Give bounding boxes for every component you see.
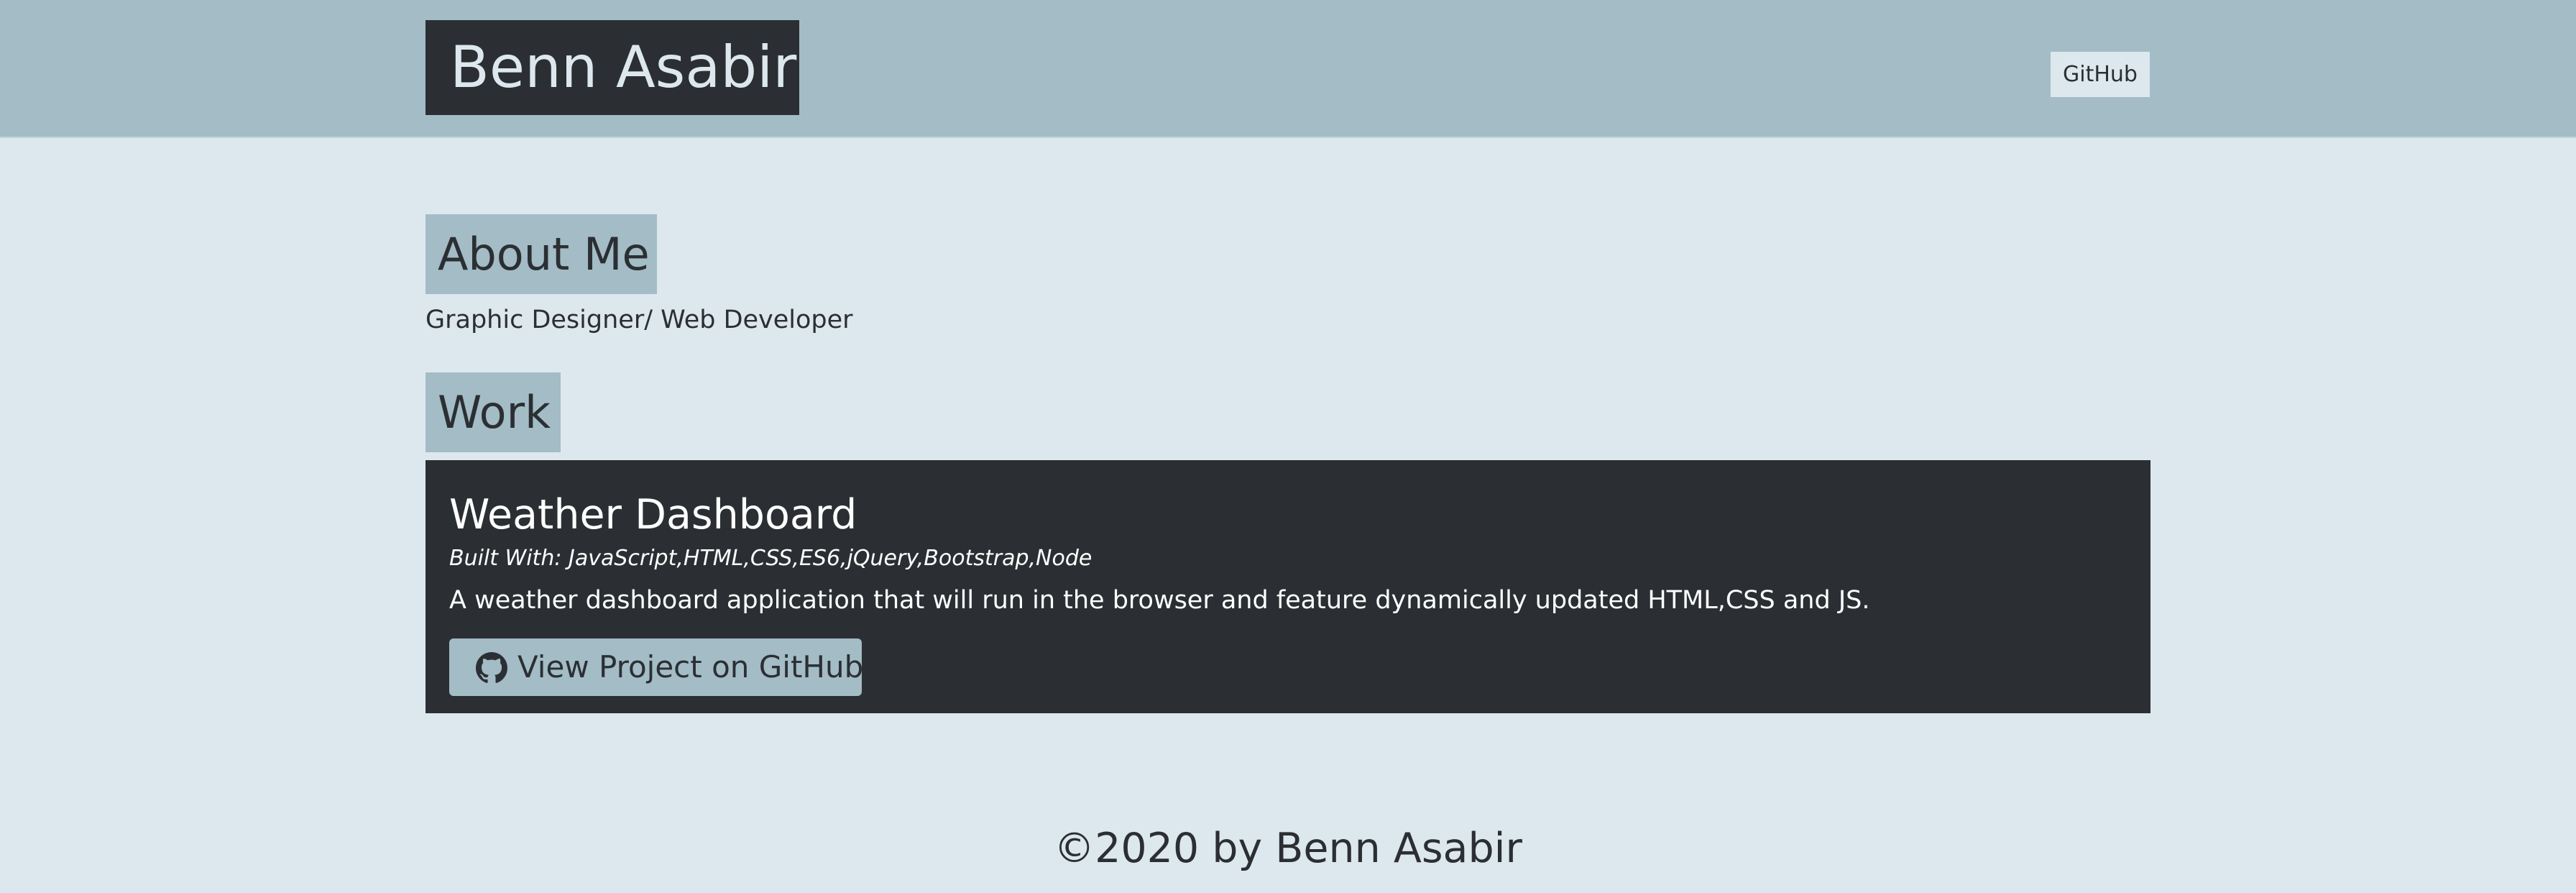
github-nav-link[interactable]: GitHub: [2051, 52, 2150, 97]
work-heading: Work: [426, 372, 561, 452]
about-heading: About Me: [426, 214, 657, 294]
view-project-label: View Project on GitHub: [518, 649, 864, 684]
view-project-button[interactable]: View Project on GitHub: [449, 638, 864, 696]
site-brand[interactable]: Benn Asabir: [426, 20, 799, 115]
project-title: Weather Dashboard: [449, 491, 857, 539]
footer-copyright: ©2020 by Benn Asabir: [1054, 825, 1522, 872]
project-description: A weather dashboard application that wil…: [449, 586, 1870, 615]
project-card: Weather Dashboard Built With: JavaScript…: [426, 460, 2150, 713]
github-icon: [476, 652, 507, 683]
project-tech-stack: Built With: JavaScript,HTML,CSS,ES6,jQue…: [449, 546, 1092, 571]
site-header: Benn Asabir GitHub: [0, 0, 2576, 138]
about-text: Graphic Designer/ Web Developer: [426, 306, 853, 334]
